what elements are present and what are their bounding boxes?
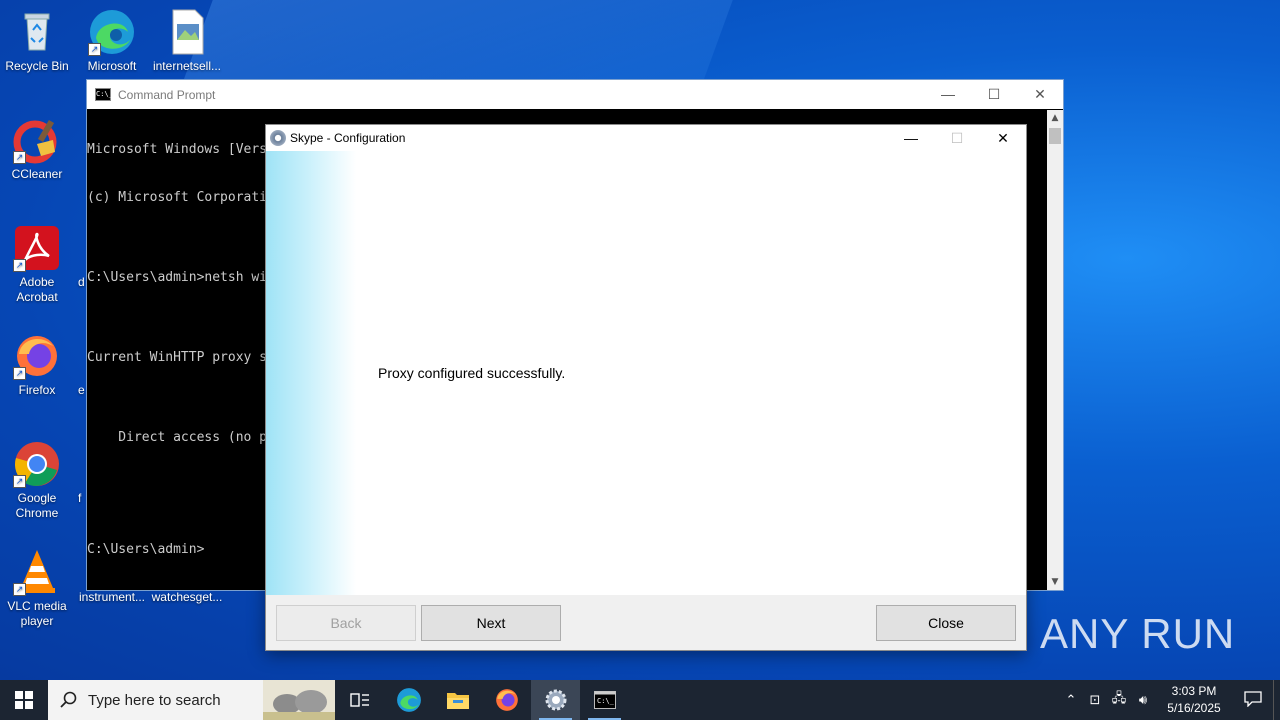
minimize-icon[interactable]: — bbox=[888, 130, 934, 147]
firefox-icon: ↗ bbox=[13, 332, 61, 380]
desktop-icon-firefox[interactable]: ↗ Firefox bbox=[1, 332, 73, 398]
start-button[interactable] bbox=[0, 680, 48, 720]
folder-icon bbox=[446, 693, 469, 709]
desktop-icon-label: watchesget... bbox=[151, 590, 223, 604]
cmd-title: Command Prompt bbox=[118, 87, 216, 102]
next-button[interactable]: Next bbox=[421, 605, 561, 641]
clock-date: 5/16/2025 bbox=[1167, 701, 1221, 715]
taskbar-search-box[interactable]: Type here to search bbox=[48, 680, 335, 720]
hidden-icon-label-fragment: e bbox=[78, 383, 85, 397]
gear-icon bbox=[545, 689, 566, 711]
desktop-icon-label: Adobe Acrobat bbox=[16, 275, 58, 304]
desktop-icon-adobe-acrobat[interactable]: ↗ Adobe Acrobat bbox=[1, 224, 73, 305]
desktop-icon-label: instrument... bbox=[78, 590, 146, 604]
taskbar-file-explorer[interactable] bbox=[433, 680, 482, 720]
hidden-icon-label-fragment: f bbox=[78, 491, 82, 505]
desktop-icon-edge[interactable]: ↗ Microsoft Edge bbox=[76, 8, 148, 74]
system-tray: ⌃ ⊡ 🖧 🔊︎ 3:03 PM 5/16/2025 bbox=[1059, 680, 1280, 720]
edge-icon: ↗ bbox=[88, 8, 136, 56]
show-desktop-button[interactable] bbox=[1273, 680, 1280, 720]
dialog-button-bar: Back Next Close bbox=[266, 595, 1026, 650]
hidden-icon-label-fragment: d bbox=[78, 275, 85, 289]
desktop-icon-watchesget[interactable]: watchesget... bbox=[151, 590, 223, 605]
desktop-icon-internetsell[interactable]: internetsell... bbox=[151, 8, 223, 74]
desktop: Recycle Bin ↗ Microsoft Edge internetsel… bbox=[0, 0, 1280, 680]
taskbar-firefox[interactable] bbox=[482, 680, 531, 720]
desktop-icon-vlc[interactable]: ↗ VLC media player bbox=[1, 548, 73, 629]
desktop-icon-label: Google Chrome bbox=[15, 491, 59, 520]
shortcut-arrow-icon: ↗ bbox=[13, 259, 26, 272]
search-icon bbox=[60, 691, 77, 708]
close-button[interactable]: Close bbox=[876, 605, 1016, 641]
taskbar: Type here to search C:\_ ⌃ ⊡ 🖧 🔊︎ 3:03 P… bbox=[0, 680, 1280, 720]
scroll-thumb[interactable] bbox=[1049, 128, 1061, 144]
scroll-up-icon[interactable]: ▲ bbox=[1047, 110, 1063, 126]
desktop-icon-label: Microsoft Edge bbox=[87, 59, 137, 73]
skype-configuration-dialog[interactable]: Skype - Configuration — ☐ ✕ Proxy config… bbox=[265, 124, 1027, 651]
minimize-icon[interactable]: — bbox=[925, 86, 971, 103]
desktop-icon-recycle-bin[interactable]: Recycle Bin bbox=[1, 8, 73, 74]
scroll-down-icon[interactable]: ▼ bbox=[1047, 574, 1063, 590]
desktop-icon-instrument[interactable]: instrument... bbox=[76, 590, 148, 605]
image-file-icon bbox=[163, 8, 211, 56]
svg-text:C:\_: C:\_ bbox=[597, 697, 615, 705]
search-placeholder: Type here to search bbox=[88, 691, 221, 709]
ccleaner-icon: ↗ bbox=[13, 116, 61, 164]
network-icon[interactable]: 🖧 bbox=[1107, 689, 1131, 711]
acrobat-icon: ↗ bbox=[13, 224, 61, 272]
desktop-icon-ccleaner[interactable]: ↗ CCleaner bbox=[1, 116, 73, 182]
dialog-body: Proxy configured successfully. bbox=[266, 151, 1026, 595]
clock[interactable]: 3:03 PM 5/16/2025 bbox=[1155, 683, 1233, 717]
taskbar-skype-config[interactable] bbox=[531, 680, 580, 720]
maximize-icon: ☐ bbox=[950, 129, 964, 146]
edge-icon bbox=[396, 688, 421, 712]
shortcut-arrow-icon: ↗ bbox=[88, 43, 101, 56]
windows-logo-icon bbox=[15, 691, 33, 709]
dialog-side-banner bbox=[266, 151, 356, 595]
cmd-title-bar[interactable]: C:\_ Command Prompt — ☐ ✕ bbox=[87, 80, 1063, 109]
maximize-icon[interactable]: ☐ bbox=[971, 86, 1017, 103]
watermark-text: ANY RUN bbox=[1040, 610, 1236, 657]
taskbar-edge[interactable] bbox=[384, 680, 433, 720]
notification-center-button[interactable] bbox=[1233, 690, 1273, 710]
shortcut-arrow-icon: ↗ bbox=[13, 475, 26, 488]
status-message: Proxy configured successfully. bbox=[378, 365, 566, 381]
dialog-title-bar[interactable]: Skype - Configuration — ☐ ✕ bbox=[266, 125, 1026, 151]
desktop-icon-label: CCleaner bbox=[11, 167, 63, 181]
notification-icon bbox=[1244, 690, 1262, 708]
gear-icon bbox=[270, 130, 286, 146]
clock-time: 3:03 PM bbox=[1171, 684, 1217, 698]
firefox-icon bbox=[495, 689, 518, 711]
recycle-bin-icon bbox=[13, 8, 61, 56]
chevron-up-icon[interactable]: ⌃ bbox=[1059, 693, 1083, 708]
vlc-icon: ↗ bbox=[13, 548, 61, 596]
desktop-icon-label: VLC media player bbox=[7, 599, 67, 628]
shortcut-arrow-icon: ↗ bbox=[13, 367, 26, 380]
network-device-icon[interactable]: ⊡ bbox=[1083, 693, 1107, 708]
chrome-icon: ↗ bbox=[13, 440, 61, 488]
desktop-icon-label: Recycle Bin bbox=[5, 59, 69, 73]
task-view-button[interactable] bbox=[335, 680, 384, 720]
search-highlight-image bbox=[263, 680, 335, 720]
shortcut-arrow-icon: ↗ bbox=[13, 151, 26, 164]
taskbar-command-prompt[interactable]: C:\_ bbox=[580, 680, 629, 720]
dialog-title: Skype - Configuration bbox=[290, 131, 406, 145]
close-icon[interactable]: ✕ bbox=[980, 130, 1026, 147]
desktop-icon-label: internetsell... bbox=[152, 59, 222, 73]
cmd-icon: C:\_ bbox=[593, 691, 616, 709]
desktop-icon-label: Firefox bbox=[18, 383, 56, 397]
close-icon[interactable]: ✕ bbox=[1017, 86, 1063, 103]
cmd-icon: C:\_ bbox=[95, 88, 113, 101]
task-view-icon bbox=[349, 693, 369, 707]
volume-icon[interactable]: 🔊︎ bbox=[1131, 693, 1155, 708]
cmd-scrollbar[interactable]: ▲ ▼ bbox=[1047, 110, 1063, 590]
shortcut-arrow-icon: ↗ bbox=[13, 583, 26, 596]
anyrun-watermark: ANY RUN bbox=[1040, 610, 1235, 658]
desktop-icon-chrome[interactable]: ↗ Google Chrome bbox=[1, 440, 73, 521]
back-button: Back bbox=[276, 605, 416, 641]
